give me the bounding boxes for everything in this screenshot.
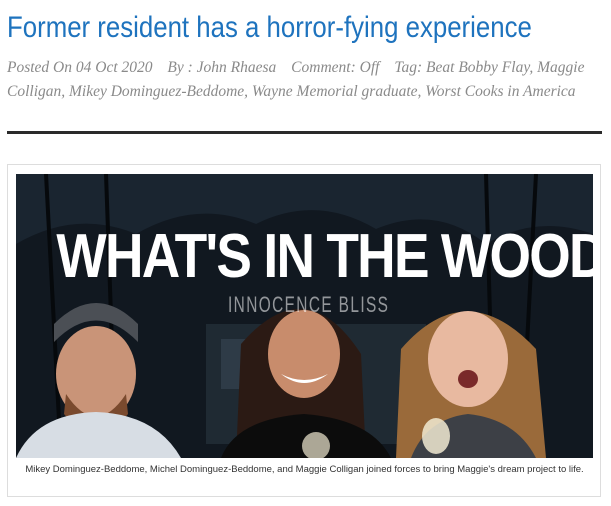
post-date: Posted On 04 Oct 2020 xyxy=(7,59,153,76)
photo-subhead: INNOCENCE BLISS xyxy=(228,292,390,317)
article-title[interactable]: Former resident has a horror-fying exper… xyxy=(7,8,532,48)
post-meta: Posted On 04 Oct 2020 By : John Rhaesa C… xyxy=(7,56,599,104)
post-comment-status: Comment: Off xyxy=(291,59,380,76)
featured-figure: WHAT'S IN THE WOODS? INNOCENCE BLISS Mik… xyxy=(7,164,601,497)
photo-caption: Mikey Dominguez-Beddome, Michel Domingue… xyxy=(25,464,584,475)
post-author[interactable]: By : John Rhaesa xyxy=(167,59,276,76)
title-divider xyxy=(7,131,602,134)
featured-photo: WHAT'S IN THE WOODS? INNOCENCE BLISS xyxy=(16,174,593,458)
photo-headline: WHAT'S IN THE WOODS? xyxy=(56,222,593,291)
article: Former resident has a horror-fying exper… xyxy=(0,0,611,506)
